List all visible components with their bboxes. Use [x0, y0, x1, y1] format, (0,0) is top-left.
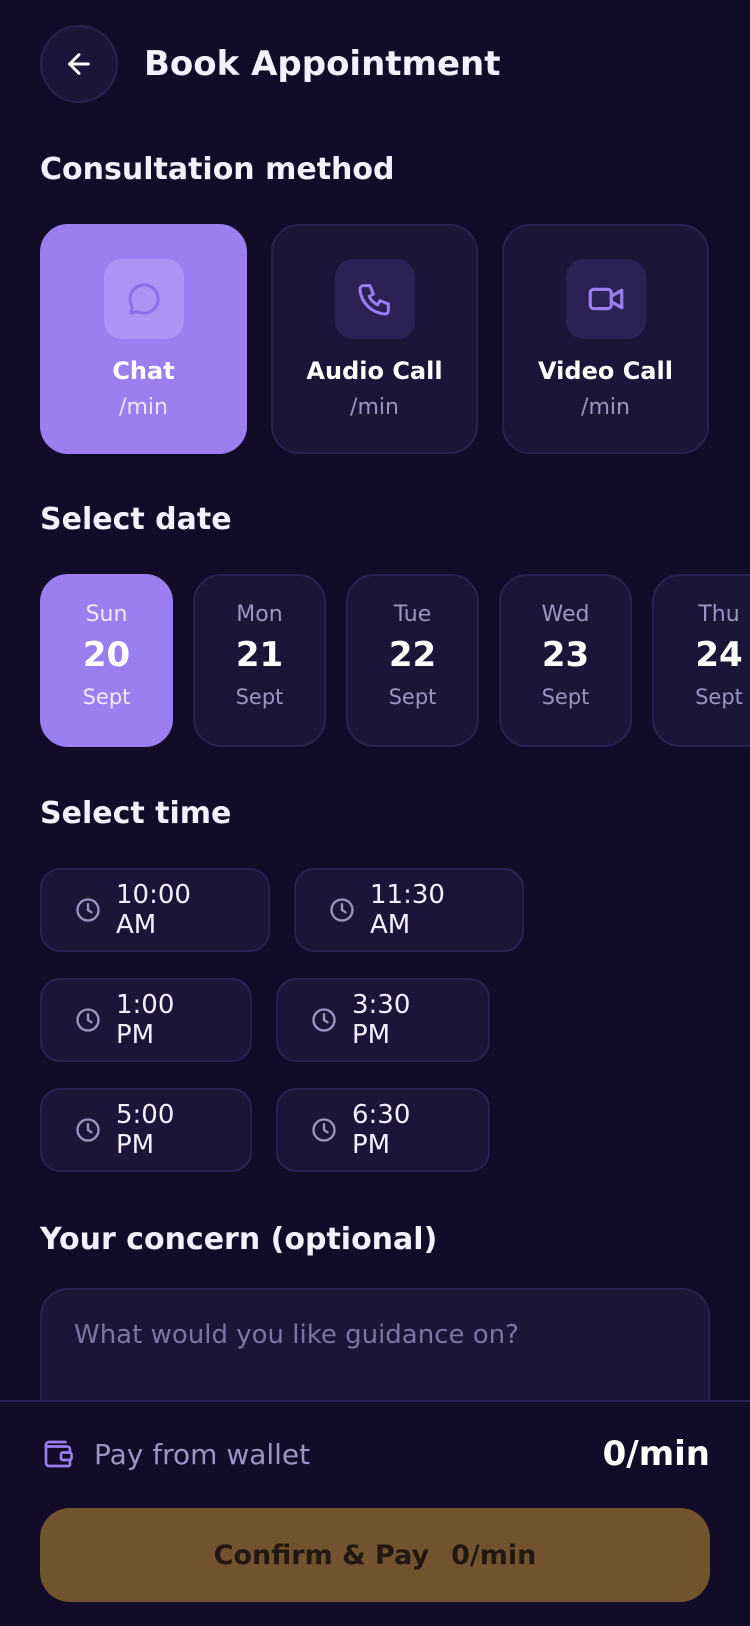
time-slot-label: 3:30 PM: [352, 990, 411, 1050]
confirm-pay-button[interactable]: Confirm & Pay 0/min: [40, 1508, 710, 1602]
concern-heading: Your concern (optional): [40, 1222, 438, 1257]
time-slot-label: 6:30 PM: [352, 1100, 411, 1160]
method-audio-call[interactable]: Audio Call /min: [271, 224, 478, 454]
time-row: 10:00 AM 11:30 AM: [40, 868, 720, 952]
wallet-icon: [40, 1436, 76, 1472]
date-month: Sept: [82, 685, 131, 709]
time-slot-label: 11:30 AM: [370, 880, 445, 940]
date-month: Sept: [541, 685, 590, 709]
confirm-label: Confirm & Pay: [213, 1539, 430, 1571]
arrow-left-icon: [68, 53, 90, 75]
method-name: Video Call: [538, 357, 673, 385]
date-day: Mon: [236, 602, 283, 627]
video-camera-icon: [565, 259, 646, 339]
select-date-heading: Select date: [40, 502, 232, 537]
date-number: 20: [82, 635, 131, 675]
date-number: 23: [541, 635, 590, 675]
clock-icon: [74, 896, 102, 924]
back-button[interactable]: [40, 25, 118, 103]
chat-bubble-icon: [103, 259, 184, 339]
select-time-heading: Select time: [40, 796, 232, 831]
clock-icon: [328, 896, 356, 924]
date-item-wed-23[interactable]: Wed 23 Sept: [499, 574, 632, 747]
time-slot[interactable]: 11:30 AM: [294, 868, 524, 952]
method-price: /min: [119, 395, 168, 420]
method-chat[interactable]: Chat /min: [40, 224, 247, 454]
consultation-method-heading: Consultation method: [40, 152, 395, 187]
date-day: Wed: [541, 602, 590, 627]
date-item-sun-20[interactable]: Sun 20 Sept: [40, 574, 173, 747]
method-video-call[interactable]: Video Call /min: [502, 224, 709, 454]
time-slot[interactable]: 3:30 PM: [276, 978, 490, 1062]
time-slot[interactable]: 10:00 AM: [40, 868, 270, 952]
time-row: 5:00 PM 6:30 PM: [40, 1088, 720, 1172]
page-title: Book Appointment: [144, 44, 501, 84]
header: Book Appointment: [40, 24, 501, 104]
date-number: 21: [235, 635, 284, 675]
time-slot[interactable]: 5:00 PM: [40, 1088, 252, 1172]
date-item-tue-22[interactable]: Tue 22 Sept: [346, 574, 479, 747]
date-month: Sept: [695, 685, 743, 709]
date-number: 24: [695, 635, 743, 675]
date-list: Sun 20 Sept Mon 21 Sept Tue 22 Sept Wed …: [40, 574, 750, 747]
date-day: Thu: [698, 602, 740, 627]
date-day: Sun: [85, 602, 128, 627]
time-slot-grid: 10:00 AM 11:30 AM 1:00 PM 3:30 PM 5:00 P…: [40, 868, 720, 1198]
clock-icon: [74, 1006, 102, 1034]
clock-icon: [74, 1116, 102, 1144]
time-slot[interactable]: 6:30 PM: [276, 1088, 490, 1172]
time-row: 1:00 PM 3:30 PM: [40, 978, 720, 1062]
phone-icon: [334, 259, 415, 339]
date-item-thu-24[interactable]: Thu 24 Sept: [652, 574, 750, 747]
wallet-row: Pay from wallet 0/min: [40, 1434, 710, 1474]
wallet-label: Pay from wallet: [94, 1437, 311, 1471]
date-item-mon-21[interactable]: Mon 21 Sept: [193, 574, 326, 747]
clock-icon: [310, 1006, 338, 1034]
time-slot-label: 5:00 PM: [116, 1100, 175, 1160]
confirm-amount: 0/min: [451, 1539, 537, 1571]
date-number: 22: [388, 635, 437, 675]
clock-icon: [310, 1116, 338, 1144]
time-slot[interactable]: 1:00 PM: [40, 978, 252, 1062]
method-price: /min: [350, 395, 399, 420]
time-slot-label: 1:00 PM: [116, 990, 175, 1050]
consultation-methods: Chat /min Audio Call /min Video Call /mi…: [40, 224, 709, 454]
method-name: Audio Call: [306, 357, 443, 385]
date-month: Sept: [388, 685, 437, 709]
method-price: /min: [581, 395, 630, 420]
payment-footer: Pay from wallet 0/min Confirm & Pay 0/mi…: [0, 1400, 750, 1626]
time-slot-label: 10:00 AM: [116, 880, 191, 940]
wallet-amount: 0/min: [602, 1434, 710, 1474]
date-month: Sept: [235, 685, 284, 709]
method-name: Chat: [112, 357, 175, 385]
date-day: Tue: [393, 602, 432, 627]
